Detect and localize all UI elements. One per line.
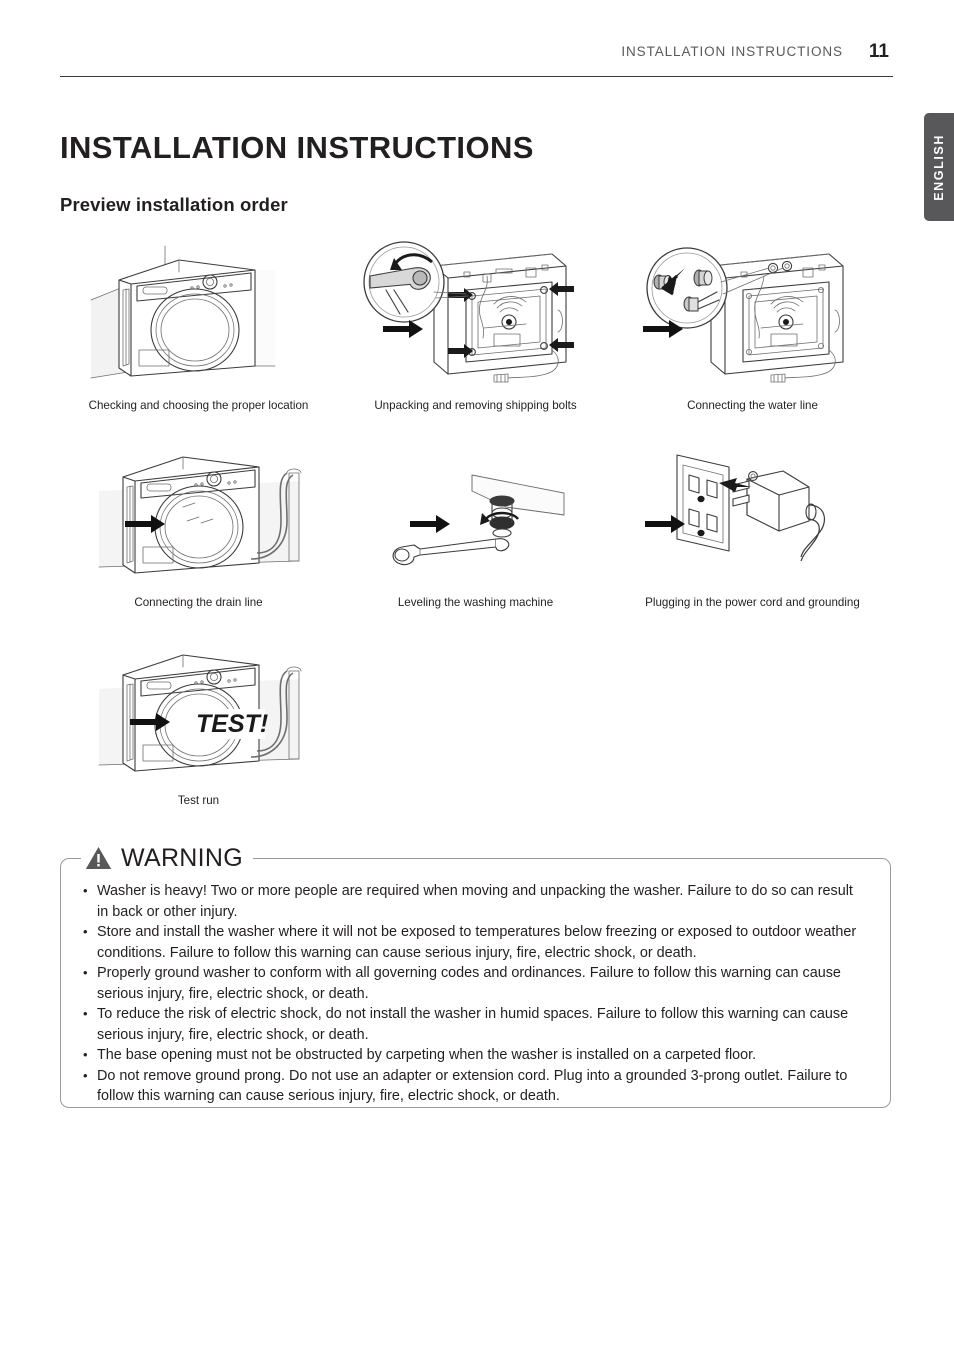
leveling-foot-wrench-illustration	[356, 435, 596, 587]
flow-step-3-caption: Connecting the water line	[687, 399, 818, 412]
warning-item: Store and install the washer where it wi…	[81, 922, 868, 963]
installation-flow-diagram: Checking and choosing the proper locatio…	[60, 238, 893, 818]
test-run-badge-text: TEST!	[196, 710, 268, 738]
flow-step-2: Unpacking and removing shipping bolts	[337, 238, 614, 413]
warning-list: Washer is heavy! Two or more people are …	[61, 859, 890, 1107]
right-arrow-icon	[125, 515, 165, 533]
flow-step-2-caption: Unpacking and removing shipping bolts	[374, 399, 577, 412]
washer-front-in-corner-illustration	[79, 238, 319, 390]
warning-item: Washer is heavy! Two or more people are …	[81, 881, 868, 922]
flow-step-4: Connecting the drain line	[60, 435, 337, 610]
warning-item: Do not remove ground prong. Do not use a…	[81, 1066, 868, 1107]
flow-row-3: TEST! Test run	[60, 633, 893, 808]
flow-step-5: Leveling the washing machine	[337, 435, 614, 610]
warning-header: WARNING	[81, 841, 253, 875]
warning-triangle-icon	[85, 847, 112, 869]
section-title: Preview installation order	[60, 194, 288, 215]
warning-item: Properly ground washer to conform with a…	[81, 963, 868, 1004]
flow-step-7: TEST! Test run	[60, 633, 337, 808]
washer-back-shipping-bolts-wrench-illustration	[356, 238, 596, 390]
flow-step-1: Checking and choosing the proper locatio…	[60, 238, 337, 413]
warning-label: WARNING	[121, 843, 243, 872]
right-arrow-icon	[643, 320, 683, 338]
flow-row-1: Checking and choosing the proper locatio…	[60, 238, 893, 413]
page-header: INSTALLATION INSTRUCTIONS 11	[60, 42, 893, 77]
flow-step-1-caption: Checking and choosing the proper locatio…	[88, 399, 309, 412]
washer-front-drain-hose-illustration	[79, 435, 319, 587]
washer-back-water-inlet-hose-illustration	[633, 238, 873, 390]
header-title: INSTALLATION INSTRUCTIONS	[621, 44, 843, 59]
page-number: 11	[868, 41, 889, 62]
right-arrow-icon	[130, 713, 170, 731]
flow-step-6-caption: Plugging in the power cord and grounding	[645, 596, 860, 609]
page-title: INSTALLATION INSTRUCTIONS	[60, 130, 534, 165]
flow-step-4-caption: Connecting the drain line	[134, 596, 263, 609]
right-arrow-icon	[410, 515, 450, 533]
right-arrow-icon	[645, 515, 685, 533]
warning-box: WARNING Washer is heavy! Two or more peo…	[60, 841, 891, 1108]
warning-item: The base opening must not be obstructed …	[81, 1045, 868, 1066]
flow-step-5-caption: Leveling the washing machine	[397, 596, 554, 609]
flow-row-2: Connecting the drain line Leveling the w…	[60, 435, 893, 610]
power-outlet-plug-illustration	[633, 435, 873, 587]
language-tab: ENGLISH	[924, 113, 954, 221]
warning-item: To reduce the risk of electric shock, do…	[81, 1004, 868, 1045]
right-arrow-icon	[383, 320, 423, 338]
flow-step-7-caption: Test run	[177, 794, 220, 807]
language-tab-label: ENGLISH	[932, 133, 946, 201]
washer-test-run-illustration: TEST!	[79, 633, 319, 785]
